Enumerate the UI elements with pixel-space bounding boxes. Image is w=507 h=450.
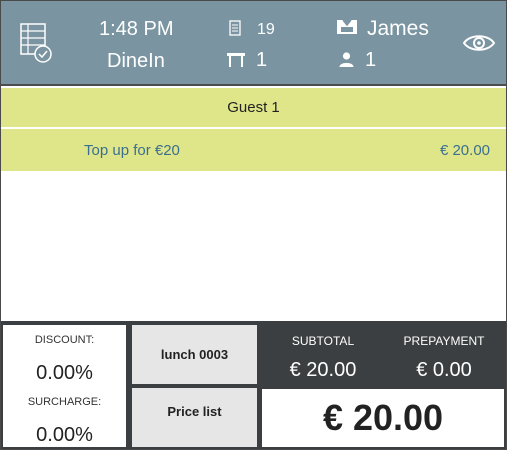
order-item-row[interactable]: Top up for €20 € 20.00: [1, 129, 506, 171]
order-screen: 1:48 PM DineIn 19 1 James 1 Guest 1 Top …: [0, 0, 507, 450]
order-header: 1:48 PM DineIn 19 1 James 1: [1, 1, 506, 86]
waiter-name: James: [367, 17, 429, 40]
discount-label: DISCOUNT:: [34, 334, 95, 346]
person-icon: [339, 52, 354, 67]
order-list-check-icon[interactable]: [20, 23, 54, 65]
lunch-button[interactable]: lunch 0003: [132, 325, 257, 384]
order-items-area: [1, 171, 506, 321]
eye-icon[interactable]: [462, 32, 496, 54]
guest-header[interactable]: Guest 1: [1, 88, 506, 128]
surcharge-label: SURCHARGE:: [27, 396, 102, 408]
table-number: 1: [256, 49, 268, 71]
totals-panel: DISCOUNT: 0.00% SURCHARGE: 0.00% lunch 0…: [1, 321, 506, 449]
grand-total: € 20.00: [262, 389, 504, 447]
guest-label: Guest 1: [227, 99, 280, 116]
price-list-button[interactable]: Price list: [132, 388, 257, 447]
order-time: 1:48 PM: [99, 18, 174, 40]
surcharge-value: 0.00%: [36, 424, 93, 446]
document-number: 19: [257, 21, 275, 38]
order-type: DineIn: [107, 50, 165, 72]
subtotal-label: SUBTOTAL: [291, 334, 355, 348]
prepayment-label: PREPAYMENT: [403, 334, 485, 348]
prepayment-value: € 0.00: [416, 359, 472, 381]
item-name: Top up for €20: [84, 142, 180, 159]
item-price: € 20.00: [439, 142, 490, 159]
table-icon: [227, 53, 245, 67]
discount-surcharge-box[interactable]: DISCOUNT: 0.00% SURCHARGE: 0.00%: [3, 325, 126, 447]
document-icon: [229, 20, 241, 36]
guest-count: 1: [365, 49, 377, 71]
subtotal-value: € 20.00: [289, 359, 357, 381]
waiter-icon: [337, 19, 357, 34]
discount-value: 0.00%: [36, 362, 93, 384]
